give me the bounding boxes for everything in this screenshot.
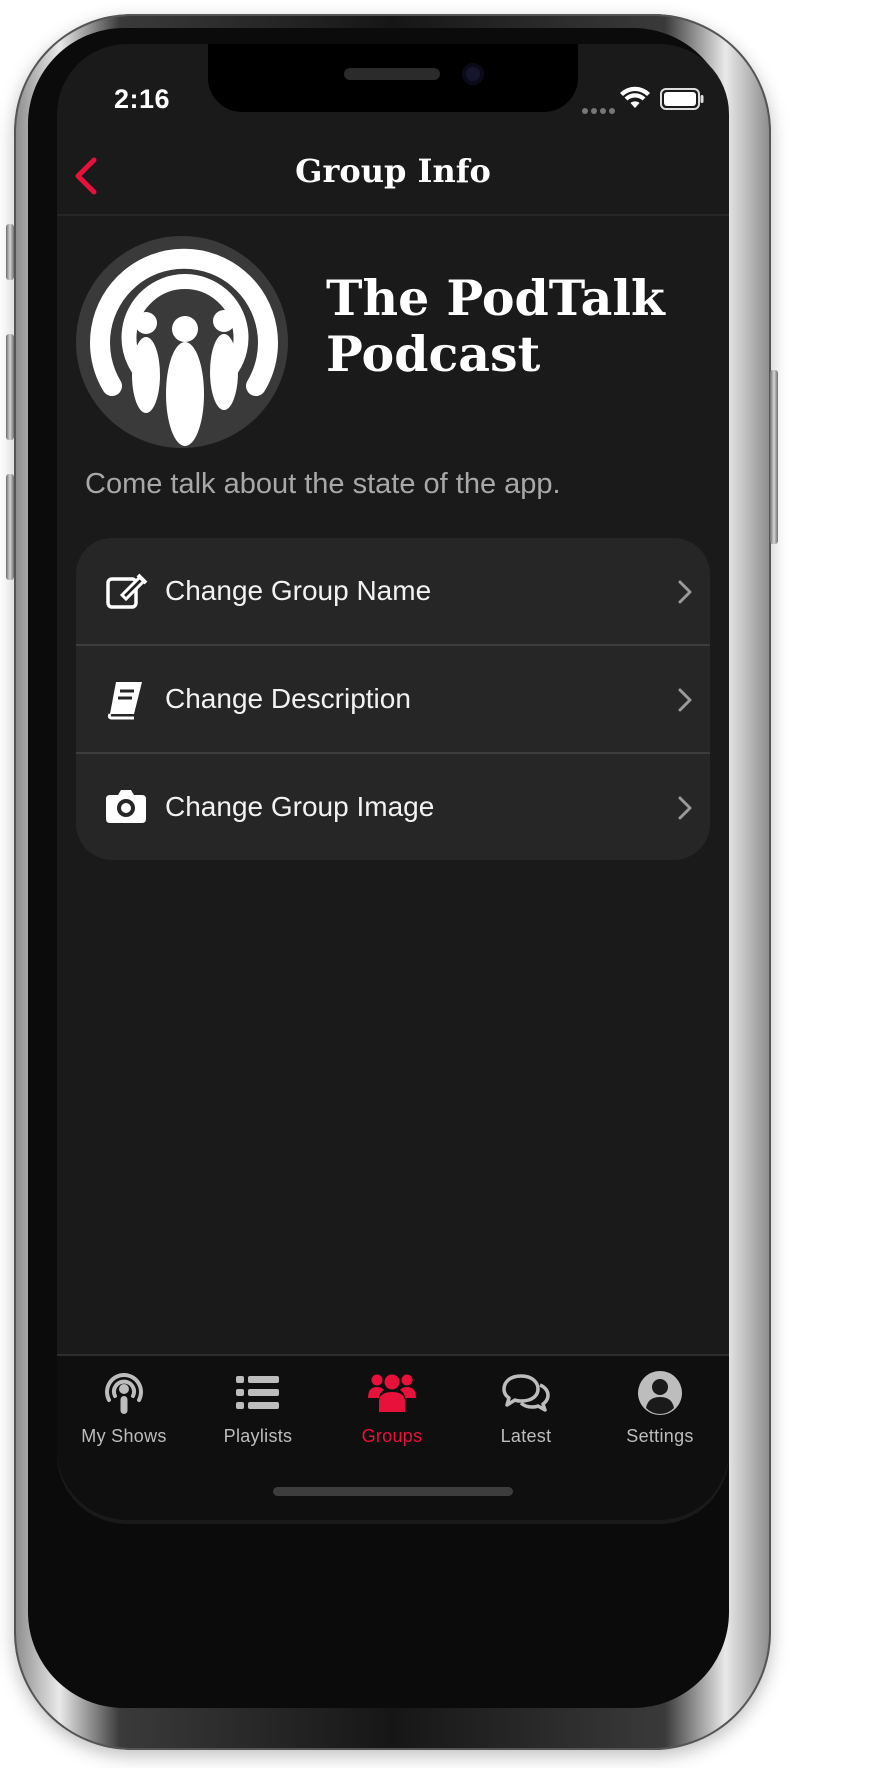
- group-avatar[interactable]: [76, 236, 288, 448]
- tab-groups[interactable]: Groups: [327, 1368, 457, 1458]
- option-label: Change Description: [165, 683, 411, 714]
- edit-icon: [106, 573, 148, 609]
- status-time: 2:16: [114, 84, 171, 114]
- tab-latest[interactable]: Latest: [461, 1368, 591, 1458]
- tab-label: Latest: [500, 1426, 552, 1446]
- group-description: Come talk about the state of the app.: [85, 468, 561, 500]
- tab-label: My Shows: [81, 1426, 167, 1446]
- chat-icon: [502, 1374, 550, 1412]
- speaker-grille: [344, 68, 440, 80]
- option-label: Change Group Name: [165, 575, 432, 606]
- volume-up-button: [6, 334, 14, 440]
- user-circle-icon: [638, 1371, 682, 1415]
- volume-down-button: [6, 474, 14, 580]
- power-button: [770, 370, 778, 544]
- book-icon: [107, 682, 142, 720]
- tabbar-divider: [57, 1354, 729, 1356]
- tab-label: Playlists: [223, 1426, 293, 1446]
- tab-my-shows[interactable]: My Shows: [59, 1368, 189, 1458]
- front-camera: [462, 63, 484, 85]
- page-title: Group Info: [295, 152, 491, 190]
- list-icon: [236, 1376, 279, 1409]
- group-name: The PodTalk Podcast: [326, 269, 665, 383]
- silent-switch: [6, 224, 14, 280]
- battery-icon: [660, 88, 704, 110]
- tab-settings[interactable]: Settings: [595, 1368, 725, 1458]
- users-icon: [368, 1374, 416, 1412]
- chevron-right-icon: [678, 580, 692, 604]
- chevron-right-icon: [678, 688, 692, 712]
- home-indicator[interactable]: [273, 1487, 513, 1496]
- wifi-icon: [620, 86, 650, 108]
- camera-icon: [106, 790, 146, 823]
- change-group-name-row[interactable]: Change Group Name: [76, 538, 710, 644]
- signal-icon: [582, 101, 618, 119]
- chevron-right-icon: [678, 796, 692, 820]
- tab-playlists[interactable]: Playlists: [193, 1368, 323, 1458]
- tab-label: Settings: [626, 1426, 694, 1446]
- tab-label: Groups: [361, 1426, 423, 1446]
- group-options-card: Change Group Name Change Description Cha…: [76, 538, 710, 860]
- option-label: Change Group Image: [165, 791, 435, 822]
- change-group-image-row[interactable]: Change Group Image: [76, 752, 710, 860]
- nav-divider: [57, 214, 729, 216]
- podcast-icon: [105, 1373, 143, 1414]
- change-description-row[interactable]: Change Description: [76, 644, 710, 752]
